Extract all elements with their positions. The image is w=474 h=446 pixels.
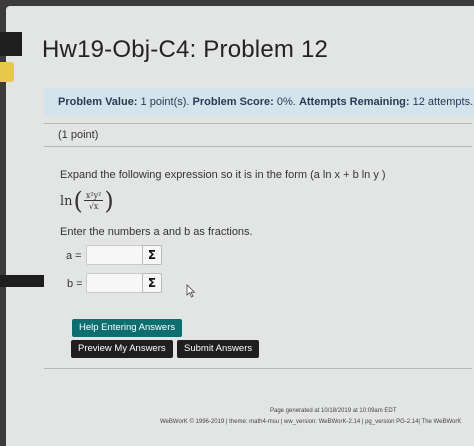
close-paren: ) [104, 187, 114, 215]
score-label: Problem Score: [192, 96, 274, 108]
help-entering-answers-button[interactable]: Help Entering Answers [72, 319, 183, 337]
sidebar-edge-lower [0, 275, 44, 287]
b-label: b = [67, 278, 83, 290]
page-generated-text: Page generated at 10/18/2019 at 10:09am … [270, 408, 397, 414]
problem-info-bar: Problem Value: 1 point(s). Problem Score… [44, 88, 474, 116]
page-title: Hw19-Obj-C4: Problem 12 [42, 36, 329, 63]
attempts-text: 12 attempts. [412, 96, 474, 108]
open-paren: ( [73, 187, 83, 215]
submit-answers-button[interactable]: Submit Answers [177, 340, 260, 358]
divider [44, 123, 472, 124]
mouse-cursor-icon [186, 284, 196, 298]
divider [44, 146, 472, 147]
attempts-label: Attempts Remaining: [298, 96, 410, 108]
preview-answers-button[interactable]: Preview My Answers [71, 340, 173, 358]
a-answer-input[interactable] [86, 245, 144, 265]
divider [44, 368, 472, 369]
b-answer-input[interactable] [86, 273, 144, 293]
ln-symbol: ln [60, 193, 73, 209]
problem-points: (1 point) [58, 129, 99, 141]
fraction-numerator: x²y² [83, 191, 104, 201]
value-label: Problem Value: [58, 96, 138, 108]
problem-instruction: Expand the following expression so it is… [60, 169, 386, 181]
sidebar-edge [0, 32, 22, 56]
b-equation-editor-button[interactable]: Σ [142, 273, 162, 293]
a-equation-editor-button[interactable]: Σ [142, 245, 162, 265]
webwork-footer: WeBWorK © 1996-2019 | theme: math4-msu |… [160, 419, 462, 425]
answer-instruction: Enter the numbers a and b as fractions. [60, 226, 253, 238]
a-label: a = [66, 250, 82, 262]
fraction-denominator: √x [88, 202, 99, 211]
score-text: 0%. [276, 96, 296, 108]
sidebar-highlight-tab[interactable] [0, 62, 14, 82]
value-text: 1 point(s). [140, 96, 190, 108]
expression-fraction: x²y² √x [83, 191, 104, 211]
math-expression: ln ( x²y² √x ) [60, 186, 114, 216]
